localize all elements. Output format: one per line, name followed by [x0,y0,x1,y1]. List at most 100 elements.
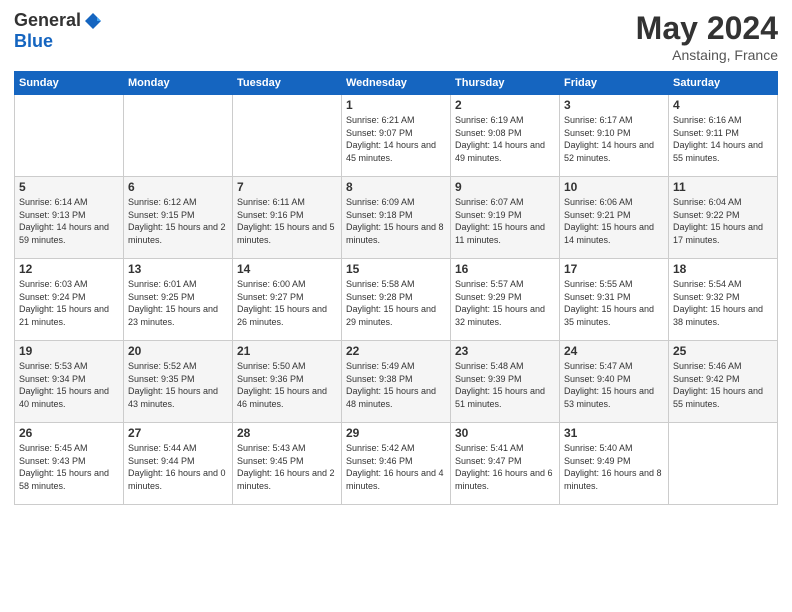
logo-general: General [14,10,81,31]
day-info: Sunrise: 6:03 AM Sunset: 9:24 PM Dayligh… [19,278,119,328]
day-number: 4 [673,98,773,112]
day-header-sunday: Sunday [15,72,124,95]
week-row-3: 12 Sunrise: 6:03 AM Sunset: 9:24 PM Dayli… [15,259,778,341]
day-info: Sunrise: 5:46 AM Sunset: 9:42 PM Dayligh… [673,360,773,410]
day-number: 22 [346,344,446,358]
day-info: Sunrise: 5:57 AM Sunset: 9:29 PM Dayligh… [455,278,555,328]
day-cell: 27 Sunrise: 5:44 AM Sunset: 9:44 PM Dayli… [124,423,233,505]
day-number: 17 [564,262,664,276]
day-cell [124,95,233,177]
day-cell: 4Sunrise: 6:16 AM Sunset: 9:11 PM Daylig… [669,95,778,177]
day-cell: 15Sunrise: 5:58 AM Sunset: 9:28 PM Dayli… [342,259,451,341]
day-info: Sunrise: 6:14 AM Sunset: 9:13 PM Dayligh… [19,196,119,246]
day-cell: 26Sunrise: 5:45 AM Sunset: 9:43 PM Dayli… [15,423,124,505]
month-title: May 2024 [636,10,778,47]
day-cell: 11 Sunrise: 6:04 AM Sunset: 9:22 PM Dayli… [669,177,778,259]
day-header-monday: Monday [124,72,233,95]
day-info: Sunrise: 5:49 AM Sunset: 9:38 PM Dayligh… [346,360,446,410]
day-info: Sunrise: 5:54 AM Sunset: 9:32 PM Dayligh… [673,278,773,328]
day-number: 21 [237,344,337,358]
logo: General Blue [14,10,103,52]
day-number: 14 [237,262,337,276]
day-cell: 8Sunrise: 6:09 AM Sunset: 9:18 PM Daylig… [342,177,451,259]
day-cell: 13 Sunrise: 6:01 AM Sunset: 9:25 PM Dayli… [124,259,233,341]
day-cell: 18 Sunrise: 5:54 AM Sunset: 9:32 PM Dayli… [669,259,778,341]
day-header-wednesday: Wednesday [342,72,451,95]
day-number: 25 [673,344,773,358]
day-info: Sunrise: 5:40 AM Sunset: 9:49 PM Dayligh… [564,442,664,492]
day-cell: 21Sunrise: 5:50 AM Sunset: 9:36 PM Dayli… [233,341,342,423]
day-info: Sunrise: 6:21 AM Sunset: 9:07 PM Dayligh… [346,114,446,164]
day-info: Sunrise: 5:58 AM Sunset: 9:28 PM Dayligh… [346,278,446,328]
header: General Blue May 2024 Anstaing, France [14,10,778,63]
day-cell: 23 Sunrise: 5:48 AM Sunset: 9:39 PM Dayli… [451,341,560,423]
day-number: 30 [455,426,555,440]
day-cell: 20 Sunrise: 5:52 AM Sunset: 9:35 PM Dayli… [124,341,233,423]
day-cell: 3 Sunrise: 6:17 AM Sunset: 9:10 PM Daylig… [560,95,669,177]
week-row-2: 5 Sunrise: 6:14 AM Sunset: 9:13 PM Daylig… [15,177,778,259]
day-number: 1 [346,98,446,112]
day-cell [233,95,342,177]
day-cell: 25 Sunrise: 5:46 AM Sunset: 9:42 PM Dayli… [669,341,778,423]
day-info: Sunrise: 6:19 AM Sunset: 9:08 PM Dayligh… [455,114,555,164]
logo-text: General [14,10,103,31]
day-info: Sunrise: 5:43 AM Sunset: 9:45 PM Dayligh… [237,442,337,492]
day-info: Sunrise: 5:42 AM Sunset: 9:46 PM Dayligh… [346,442,446,492]
day-info: Sunrise: 5:48 AM Sunset: 9:39 PM Dayligh… [455,360,555,410]
day-number: 6 [128,180,228,194]
day-cell: 24 Sunrise: 5:47 AM Sunset: 9:40 PM Dayli… [560,341,669,423]
day-number: 11 [673,180,773,194]
day-number: 13 [128,262,228,276]
day-info: Sunrise: 5:55 AM Sunset: 9:31 PM Dayligh… [564,278,664,328]
day-number: 10 [564,180,664,194]
title-block: May 2024 Anstaing, France [636,10,778,63]
day-cell: 16 Sunrise: 5:57 AM Sunset: 9:29 PM Dayli… [451,259,560,341]
day-cell: 5 Sunrise: 6:14 AM Sunset: 9:13 PM Daylig… [15,177,124,259]
day-cell: 10 Sunrise: 6:06 AM Sunset: 9:21 PM Dayli… [560,177,669,259]
logo-icon [83,11,103,31]
day-info: Sunrise: 6:12 AM Sunset: 9:15 PM Dayligh… [128,196,228,246]
day-cell: 7Sunrise: 6:11 AM Sunset: 9:16 PM Daylig… [233,177,342,259]
day-info: Sunrise: 6:07 AM Sunset: 9:19 PM Dayligh… [455,196,555,246]
day-number: 31 [564,426,664,440]
day-number: 3 [564,98,664,112]
day-number: 5 [19,180,119,194]
page-container: General Blue May 2024 Anstaing, France S… [0,0,792,612]
day-number: 23 [455,344,555,358]
day-number: 12 [19,262,119,276]
day-cell [669,423,778,505]
day-cell: 30 Sunrise: 5:41 AM Sunset: 9:47 PM Dayli… [451,423,560,505]
day-number: 16 [455,262,555,276]
day-cell: 12 Sunrise: 6:03 AM Sunset: 9:24 PM Dayli… [15,259,124,341]
day-number: 28 [237,426,337,440]
day-cell: 19Sunrise: 5:53 AM Sunset: 9:34 PM Dayli… [15,341,124,423]
day-info: Sunrise: 6:17 AM Sunset: 9:10 PM Dayligh… [564,114,664,164]
day-number: 18 [673,262,773,276]
day-number: 8 [346,180,446,194]
day-info: Sunrise: 6:01 AM Sunset: 9:25 PM Dayligh… [128,278,228,328]
day-cell: 22 Sunrise: 5:49 AM Sunset: 9:38 PM Dayli… [342,341,451,423]
days-header-row: SundayMondayTuesdayWednesdayThursdayFrid… [15,72,778,95]
day-number: 24 [564,344,664,358]
day-info: Sunrise: 5:52 AM Sunset: 9:35 PM Dayligh… [128,360,228,410]
day-cell: 1 Sunrise: 6:21 AM Sunset: 9:07 PM Daylig… [342,95,451,177]
day-header-saturday: Saturday [669,72,778,95]
day-cell: 31 Sunrise: 5:40 AM Sunset: 9:49 PM Dayli… [560,423,669,505]
day-header-thursday: Thursday [451,72,560,95]
day-info: Sunrise: 6:04 AM Sunset: 9:22 PM Dayligh… [673,196,773,246]
calendar-table: SundayMondayTuesdayWednesdayThursdayFrid… [14,71,778,505]
day-number: 29 [346,426,446,440]
day-cell: 6 Sunrise: 6:12 AM Sunset: 9:15 PM Daylig… [124,177,233,259]
day-number: 20 [128,344,228,358]
week-row-5: 26Sunrise: 5:45 AM Sunset: 9:43 PM Dayli… [15,423,778,505]
day-info: Sunrise: 5:47 AM Sunset: 9:40 PM Dayligh… [564,360,664,410]
day-info: Sunrise: 6:06 AM Sunset: 9:21 PM Dayligh… [564,196,664,246]
week-row-1: 1 Sunrise: 6:21 AM Sunset: 9:07 PM Daylig… [15,95,778,177]
day-number: 7 [237,180,337,194]
day-number: 27 [128,426,228,440]
day-info: Sunrise: 5:44 AM Sunset: 9:44 PM Dayligh… [128,442,228,492]
day-number: 26 [19,426,119,440]
day-cell: 14Sunrise: 6:00 AM Sunset: 9:27 PM Dayli… [233,259,342,341]
day-info: Sunrise: 5:41 AM Sunset: 9:47 PM Dayligh… [455,442,555,492]
week-row-4: 19Sunrise: 5:53 AM Sunset: 9:34 PM Dayli… [15,341,778,423]
